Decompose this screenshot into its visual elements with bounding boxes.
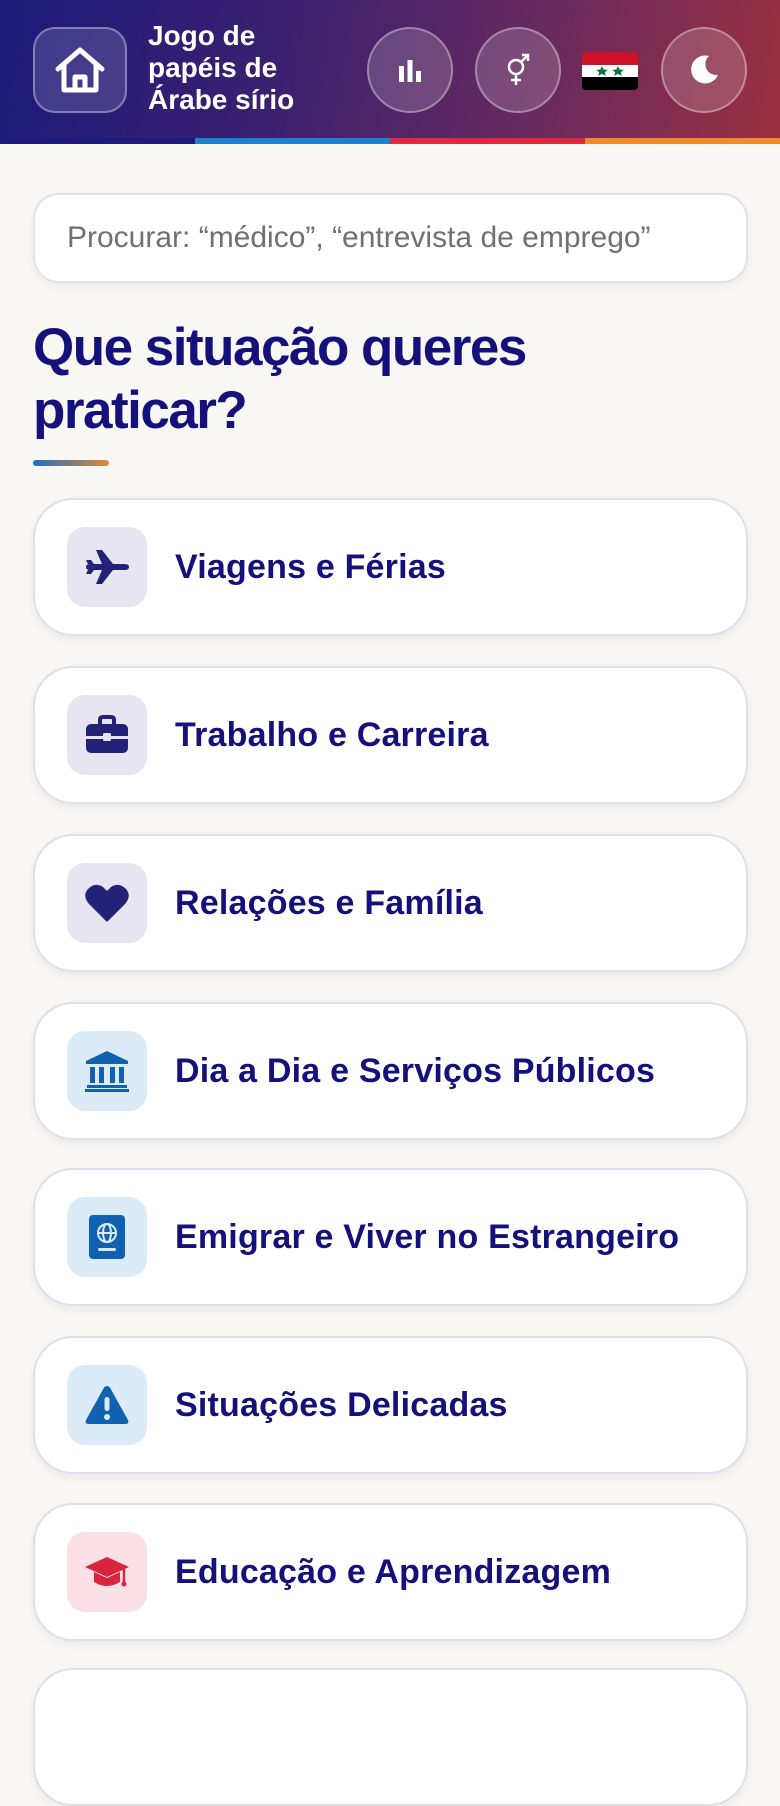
category-card-work[interactable]: Trabalho e Carreira xyxy=(33,666,748,804)
category-label: Situações Delicadas xyxy=(175,1385,508,1424)
search-input[interactable] xyxy=(35,195,746,281)
category-label: Viagens e Férias xyxy=(175,547,446,586)
category-label: Trabalho e Carreira xyxy=(175,715,489,754)
passport-icon xyxy=(67,1197,147,1277)
theme-toggle-button[interactable] xyxy=(661,27,747,113)
page-heading: Que situação queres praticar? xyxy=(33,318,527,440)
category-label: Emigrar e Viver no Estrangeiro xyxy=(175,1217,680,1256)
search-box[interactable] xyxy=(33,193,748,283)
category-card-family[interactable]: Relações e Família xyxy=(33,834,748,972)
stats-button[interactable] xyxy=(367,27,453,113)
bank-icon xyxy=(67,1031,147,1111)
airplane-icon xyxy=(67,527,147,607)
category-card-education[interactable]: Educação e Aprendizagem xyxy=(33,1503,748,1641)
home-button[interactable] xyxy=(33,27,127,113)
home-icon xyxy=(55,47,105,93)
category-label: Dia a Dia e Serviços Públicos xyxy=(175,1051,656,1090)
app-title: Jogo de papéis de Árabe sírio xyxy=(148,20,295,115)
app-header: Jogo de papéis de Árabe sírio xyxy=(0,0,780,144)
moon-icon xyxy=(691,55,718,84)
category-card-partial[interactable] xyxy=(33,1668,748,1806)
bar-chart-icon xyxy=(399,60,421,82)
briefcase-icon xyxy=(67,695,147,775)
category-card-emigrate[interactable]: Emigrar e Viver no Estrangeiro xyxy=(33,1168,748,1306)
heading-underline xyxy=(33,460,109,466)
gender-button[interactable] xyxy=(475,27,561,113)
category-label: Relações e Família xyxy=(175,883,483,922)
graduation-cap-icon xyxy=(67,1532,147,1612)
heart-icon xyxy=(67,863,147,943)
category-card-delicate[interactable]: Situações Delicadas xyxy=(33,1336,748,1474)
syria-flag-icon[interactable] xyxy=(582,52,638,90)
gender-icon xyxy=(507,53,530,85)
category-card-public-services[interactable]: Dia a Dia e Serviços Públicos xyxy=(33,1002,748,1140)
category-label: Educação e Aprendizagem xyxy=(175,1552,612,1591)
header-stripe xyxy=(0,138,780,144)
category-card-travel[interactable]: Viagens e Férias xyxy=(33,498,748,636)
warning-icon xyxy=(67,1365,147,1445)
